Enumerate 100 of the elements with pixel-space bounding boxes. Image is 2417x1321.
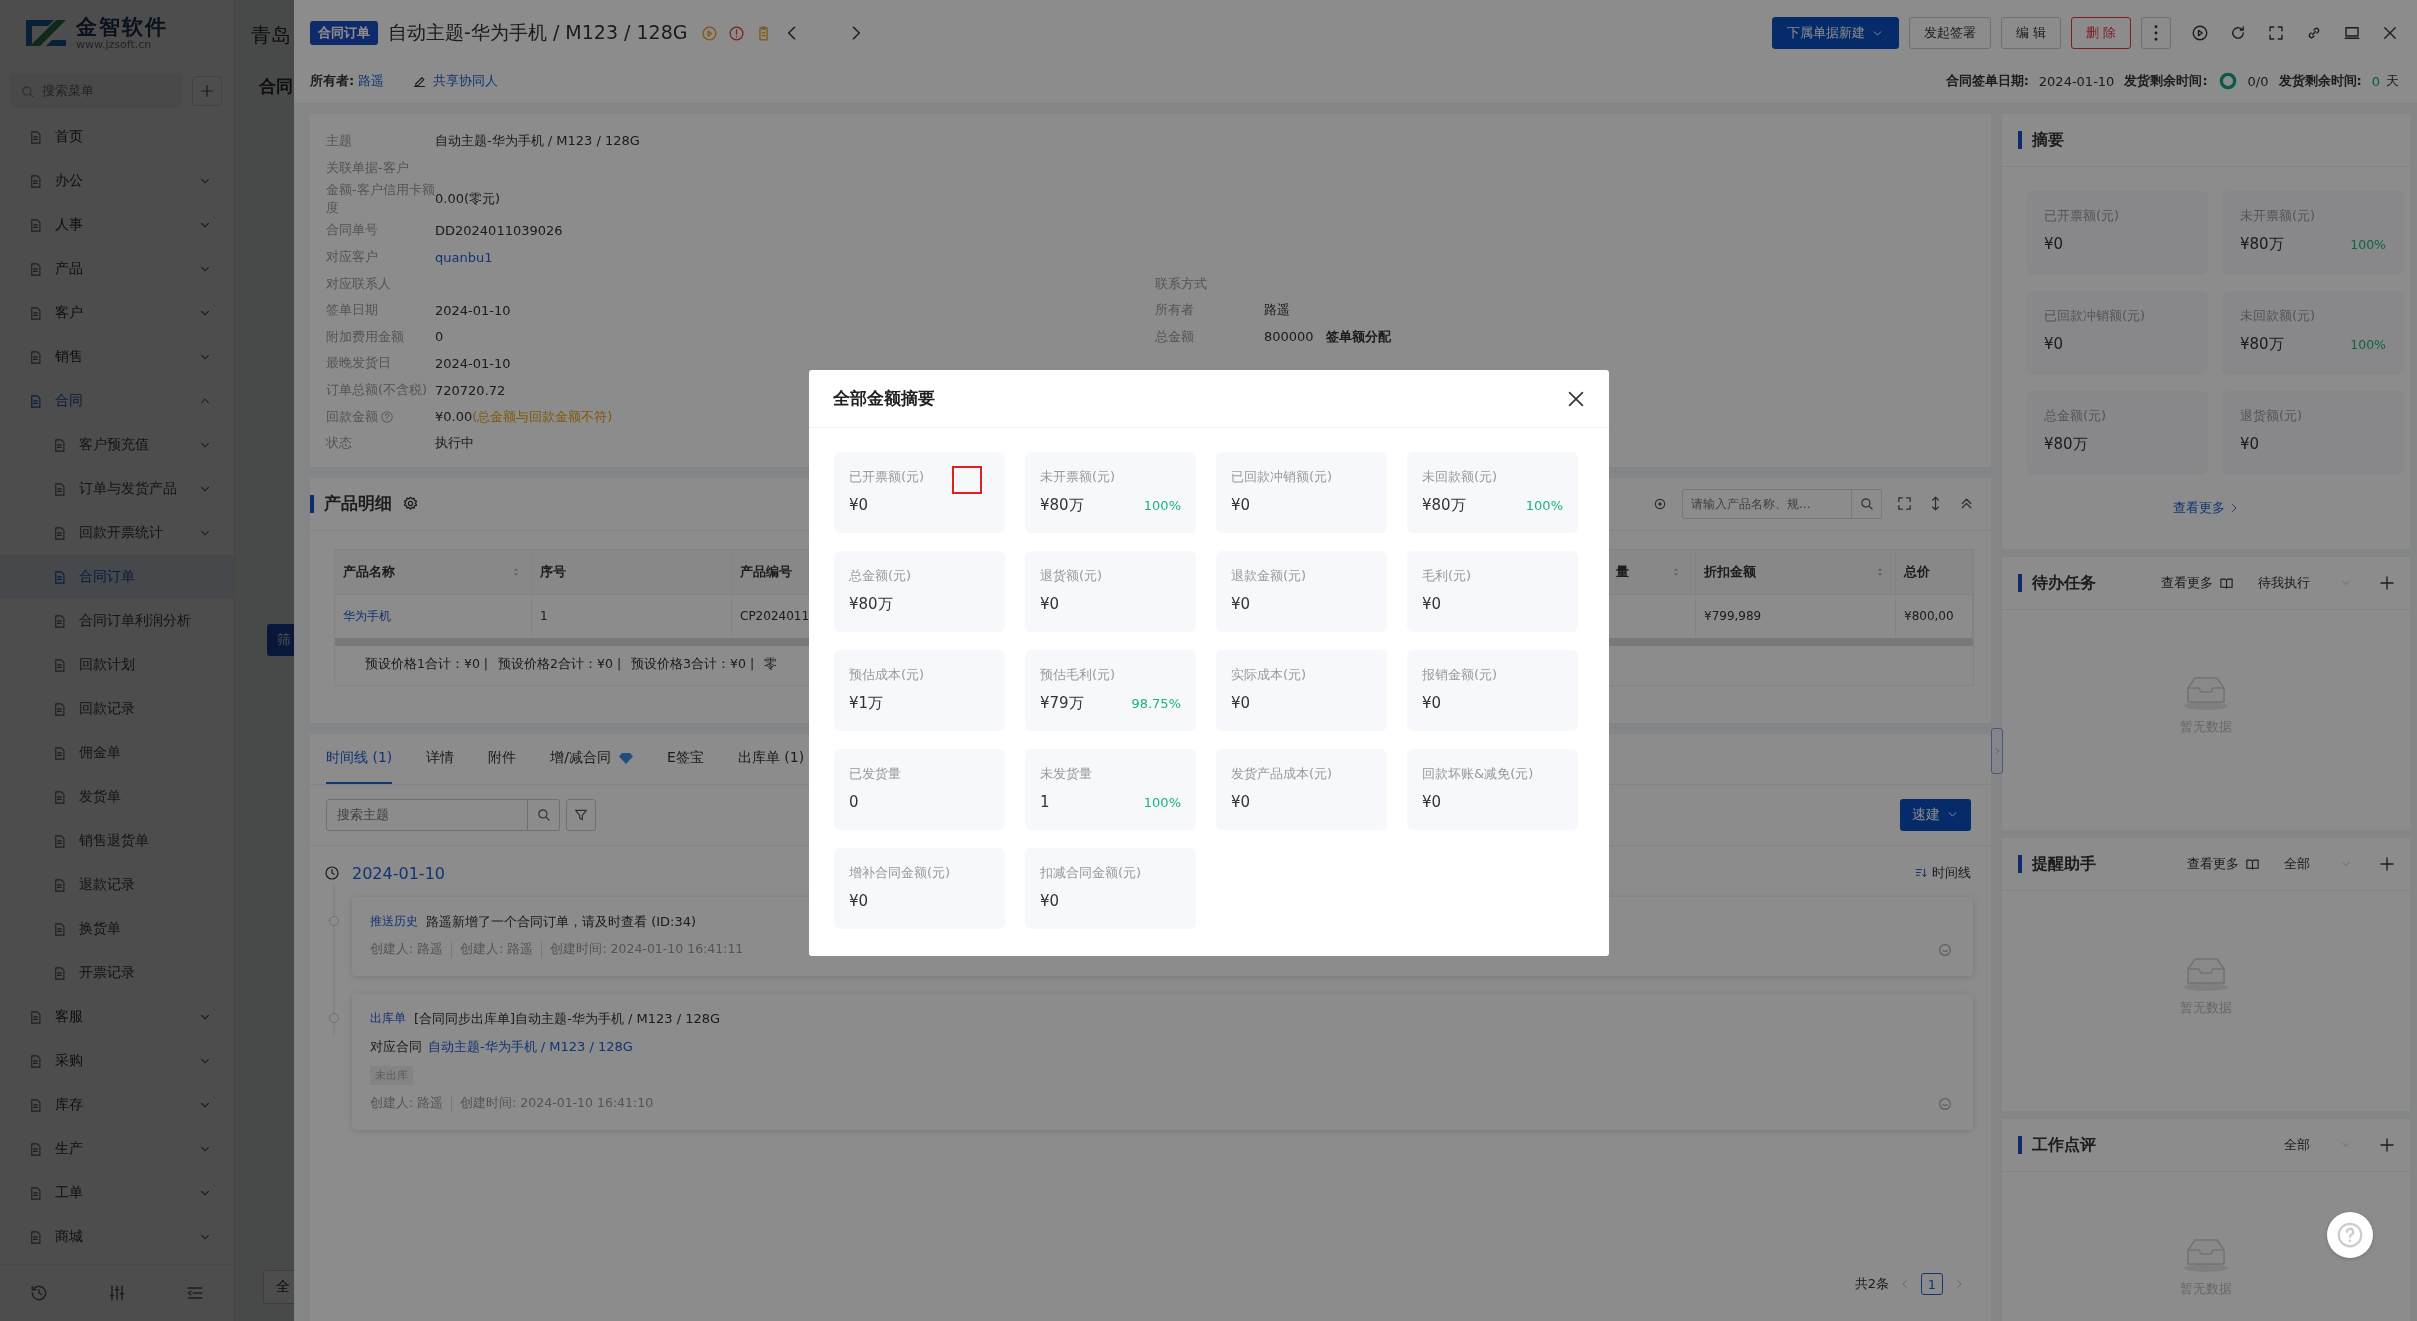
filter-dropdown[interactable]: 待我执行 — [2258, 574, 2352, 592]
filter-dropdown[interactable]: 全部 — [2284, 855, 2352, 873]
sidebar-item[interactable]: 采购 — [0, 1039, 234, 1083]
tab[interactable]: 时间线 (1) — [326, 733, 393, 784]
amount-label: 回款坏账&减免(元) — [1422, 765, 1535, 783]
product-link[interactable]: 华为手机 — [335, 593, 532, 638]
amount-value: ¥0 — [1231, 595, 1251, 613]
percent-text: 100% — [2350, 237, 2386, 252]
sign-date-label: 合同签单日期: — [1945, 72, 2029, 90]
amount-value: ¥0 — [1422, 793, 1442, 811]
timeline-date: 2024-01-10 — [352, 863, 445, 883]
document-icon — [28, 393, 43, 409]
amount-value: ¥0 — [1422, 595, 1442, 613]
monitor-icon[interactable] — [2343, 24, 2361, 42]
refresh-icon[interactable] — [2229, 24, 2247, 42]
view-more-link[interactable]: 查看更多 — [2161, 574, 2234, 592]
column-header[interactable]: 折扣金额 — [1696, 549, 1896, 594]
document-icon — [52, 877, 67, 893]
document-icon — [28, 1141, 43, 1157]
sidebar-item[interactable]: 首页 — [0, 115, 234, 159]
customer-link[interactable]: quanbu1 — [435, 249, 493, 265]
search-field[interactable]: 请输入产品名称、规... — [1682, 488, 1852, 519]
search-icon — [1859, 496, 1874, 512]
sidebar-item[interactable]: 客服 — [0, 995, 234, 1039]
alert-icon[interactable] — [728, 24, 746, 42]
document-icon — [28, 1097, 43, 1113]
view-more-link[interactable]: 查看更多 — [2172, 499, 2225, 517]
close-icon[interactable] — [2381, 24, 2399, 42]
view-more-link[interactable]: 查看更多 — [2187, 855, 2260, 873]
sidebar-item[interactable]: 产品 — [0, 247, 234, 291]
amount-label: 退货额(元) — [1040, 567, 1104, 585]
search-field[interactable]: 搜索主题 — [326, 798, 528, 831]
search-button[interactable] — [1852, 488, 1882, 519]
search-icon — [536, 807, 551, 823]
amount-label: 已开票额(元) — [849, 468, 926, 486]
sidebar-item[interactable]: 合同 — [0, 379, 234, 423]
section-title: 摘要 — [2032, 129, 2065, 151]
sort-button[interactable]: 时间线 — [1914, 864, 1971, 883]
allocation-link[interactable]: 签单额分配 — [1325, 327, 1391, 346]
amount-label: 增补合同金额(元) — [849, 864, 952, 882]
action-button[interactable]: 发起签署 — [1908, 17, 1991, 49]
tab[interactable]: 附件 — [488, 733, 517, 784]
entry-tag: 推送历史 — [370, 913, 418, 931]
action-button[interactable]: 编 辑 — [2000, 17, 2061, 49]
quick-create-button[interactable]: 速建 — [1900, 798, 1971, 831]
collapse-handle[interactable] — [1991, 728, 2003, 774]
add-button[interactable] — [192, 75, 222, 106]
fullscreen-icon[interactable] — [1896, 495, 1913, 513]
filter-button[interactable]: 全 — [263, 1270, 294, 1304]
contract-link[interactable]: 自动主题-华为手机 / M123 / 128G — [428, 1037, 633, 1056]
amount-value: ¥0 — [1040, 595, 1060, 613]
history-icon[interactable] — [29, 1283, 49, 1303]
amount-value: ¥80万 — [2240, 335, 2284, 354]
tab[interactable]: 出库单 (1) — [737, 733, 805, 784]
sidebar-item[interactable]: 客户 — [0, 291, 234, 335]
link-label: 对应合同 — [370, 1037, 422, 1056]
sidebar-item[interactable]: 工单 — [0, 1171, 234, 1215]
sliders-icon[interactable] — [107, 1283, 127, 1303]
more-button[interactable] — [2141, 17, 2171, 49]
document-icon — [28, 217, 43, 233]
sidebar-item[interactable]: 人事 — [0, 203, 234, 247]
amount-value: ¥0 — [2044, 235, 2064, 253]
action-button[interactable]: 删 除 — [2070, 17, 2131, 49]
warning-text: (总金额与回款金额不符) — [472, 407, 613, 426]
fullscreen-icon[interactable] — [2267, 24, 2285, 42]
tab[interactable]: 增/减合同 — [550, 733, 633, 784]
amount-label: 毛利(元) — [1422, 567, 1473, 585]
play-icon[interactable] — [2191, 24, 2209, 42]
settings-icon[interactable] — [402, 495, 419, 513]
amount-label: 未开票额(元) — [1040, 468, 1117, 486]
filter-dropdown[interactable]: 全部 — [2284, 1136, 2352, 1154]
amount-value: ¥0 — [1231, 793, 1251, 811]
amount-label: 预估成本(元) — [849, 666, 926, 684]
column-header[interactable]: 产品名称 — [335, 549, 532, 594]
sidebar-item[interactable]: 库存 — [0, 1083, 234, 1127]
add-icon[interactable] — [2378, 1136, 2396, 1154]
book-icon — [2219, 575, 2234, 591]
more-icon — [2154, 25, 2158, 41]
sidebar-item[interactable]: 销售 — [0, 335, 234, 379]
sidebar-item[interactable]: 办公 — [0, 159, 234, 203]
field-value: 路遥 — [1264, 301, 1290, 320]
remain-label: 发货剩余时间: — [2278, 72, 2362, 90]
tab[interactable]: E签宝 — [667, 733, 704, 784]
owner-link[interactable]: 路遥 — [358, 72, 385, 90]
page-button[interactable]: 1 — [1921, 1273, 1943, 1295]
share-link[interactable]: 共享协同人 — [433, 72, 499, 90]
amount-label: 总金额(元) — [849, 567, 913, 585]
tab[interactable]: 详情 — [426, 733, 455, 784]
sidebar-item[interactable]: 生产 — [0, 1127, 234, 1171]
filter-button[interactable] — [566, 798, 596, 831]
search-button[interactable] — [528, 798, 560, 831]
remain-days: 0 — [2371, 73, 2380, 89]
comment-icon[interactable] — [1937, 941, 1953, 958]
sidebar-item[interactable]: 商城 — [0, 1215, 234, 1259]
add-icon[interactable] — [2378, 574, 2396, 592]
comment-icon[interactable] — [1937, 1095, 1953, 1112]
amount-label: 报销金额(元) — [1422, 666, 1499, 684]
add-icon[interactable] — [2378, 855, 2396, 873]
action-button[interactable]: 下属单据新建 — [1771, 17, 1899, 49]
total-text: 预设价格3合计：¥0 | — [631, 655, 755, 673]
